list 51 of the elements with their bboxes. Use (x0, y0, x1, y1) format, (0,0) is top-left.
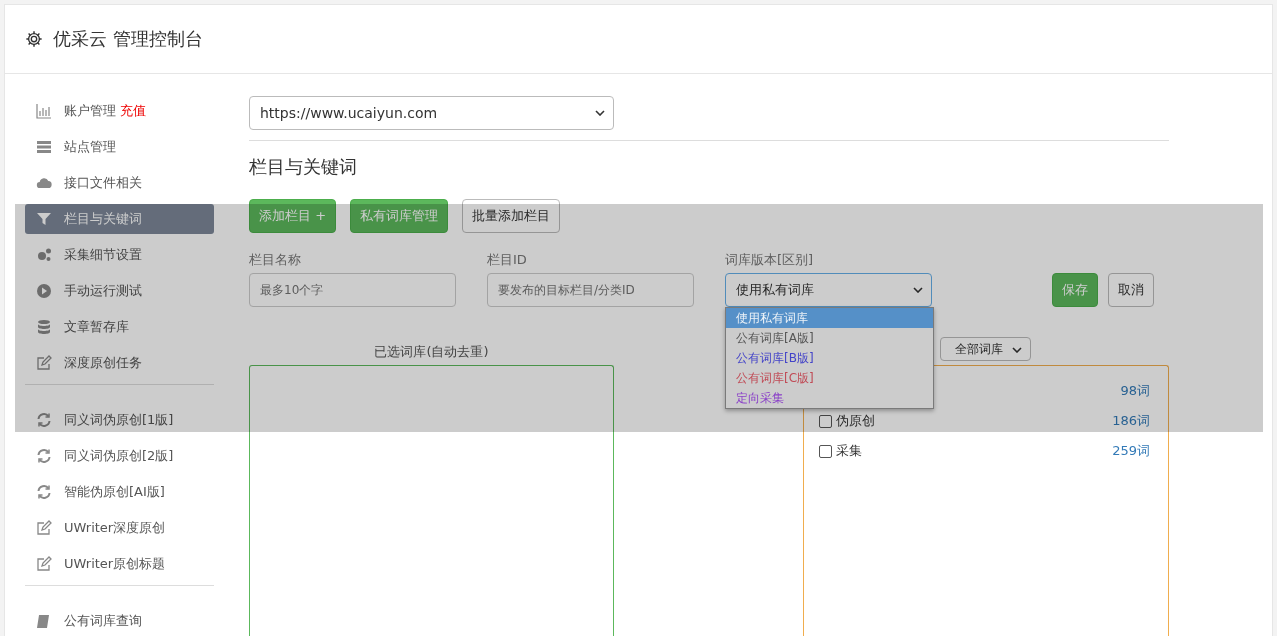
dropdown-option[interactable]: 公有词库[B版] (726, 348, 933, 368)
filter-icon (36, 211, 52, 227)
server-icon (36, 139, 52, 155)
site-select[interactable]: https://www.ucaiyun.com (249, 96, 614, 130)
library-checkbox[interactable]: 伪原创 (819, 412, 875, 430)
cancel-button[interactable]: 取消 (1108, 273, 1154, 307)
sidebar-item[interactable]: 公有词库查询 (25, 606, 214, 636)
column-id-field[interactable]: 要发布的目标栏目/分类ID (487, 273, 694, 307)
library-filter-select[interactable]: 全部词库 (940, 337, 1031, 361)
toolbar-button[interactable]: 批量添加栏目 (462, 199, 561, 233)
sidebar-item[interactable]: 站点管理 (25, 132, 214, 162)
sync-icon (36, 484, 52, 500)
sidebar-item[interactable]: 深度原创任务 (25, 348, 214, 378)
chart-icon (36, 103, 52, 119)
edit-icon (36, 520, 52, 536)
version-select[interactable]: 使用私有词库 (725, 273, 932, 307)
field-label: 栏目ID (487, 251, 528, 269)
sidebar-item[interactable]: 文章暂存库 (25, 312, 214, 342)
field-label: 栏目名称 (249, 251, 302, 269)
sidebar-item[interactable]: 手动运行测试 (25, 276, 214, 306)
dropdown-option[interactable]: 定向采集 (726, 388, 933, 408)
word-count: 98词 (1120, 382, 1150, 400)
sidebar-item[interactable]: 智能伪原创[AI版] (25, 477, 214, 507)
dropdown-option[interactable]: 公有词库[A版] (726, 328, 933, 348)
cloud-icon (36, 175, 52, 191)
page-title: 优采云 管理控制台 (53, 27, 203, 51)
recharge-link[interactable]: 充值 (120, 102, 146, 120)
edit-icon (36, 355, 52, 371)
edit-icon (36, 556, 52, 572)
library-checkbox[interactable]: 采集 (819, 442, 862, 460)
sync-icon (36, 448, 52, 464)
sync-icon (36, 412, 52, 428)
sidebar-item[interactable]: UWriter原创标题 (25, 549, 214, 579)
field-label: 词库版本[区别] (725, 251, 815, 269)
word-count: 259词 (1112, 442, 1150, 460)
list-title: 已选词库(自动去重) (373, 343, 490, 361)
play-icon (36, 283, 52, 299)
sidebar-item[interactable]: 账户管理 充值 (25, 96, 214, 126)
sidebar-item[interactable]: 接口文件相关 (25, 168, 214, 198)
caret-icon (913, 287, 923, 293)
caret-icon (595, 110, 605, 116)
sidebar-item[interactable]: UWriter深度原创 (25, 513, 214, 543)
settings-icon (25, 30, 43, 48)
caret-icon (1012, 347, 1022, 353)
section-title: 栏目与关键词 (249, 155, 358, 179)
word-count: 186词 (1112, 412, 1150, 430)
sidebar-item[interactable]: 同义词伪原创[1版] (25, 405, 214, 435)
column-name-field[interactable]: 最多10个字 (249, 273, 456, 307)
sidebar-item[interactable]: 同义词伪原创[2版] (25, 441, 214, 471)
sidebar-item[interactable]: 采集细节设置 (25, 240, 214, 270)
db-icon (36, 319, 52, 335)
